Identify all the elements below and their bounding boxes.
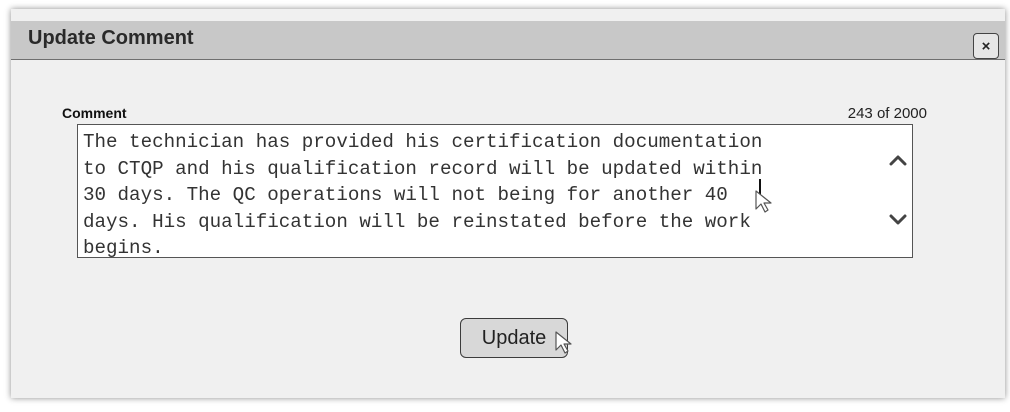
comment-line: days. His qualification will be reinstat… xyxy=(83,210,751,233)
character-counter: 243 of 2000 xyxy=(847,105,927,122)
chevron-down-icon xyxy=(889,214,907,225)
textarea-scrollbar[interactable] xyxy=(884,125,912,257)
update-button[interactable]: Update xyxy=(460,318,568,358)
comment-line: to CTQP and his qualification record wil… xyxy=(83,157,763,180)
comment-label: Comment xyxy=(62,105,127,121)
close-icon: × xyxy=(981,37,991,55)
mouse-pointer-icon xyxy=(555,331,572,354)
mouse-pointer-icon xyxy=(755,190,772,213)
dialog-titlebar: Update Comment × xyxy=(11,21,1005,60)
comment-textarea[interactable]: The technician has provided his certific… xyxy=(77,124,913,259)
scroll-down-button[interactable] xyxy=(887,209,909,231)
comment-line: begins. xyxy=(83,237,164,259)
chevron-up-icon xyxy=(889,155,907,166)
update-comment-dialog: Update Comment × Comment 243 of 2000 The… xyxy=(11,9,1005,398)
comment-line: The technician has provided his certific… xyxy=(83,131,763,153)
comment-line: 30 days. The QC operations will not bein… xyxy=(83,184,728,206)
scroll-up-button[interactable] xyxy=(887,149,909,171)
close-button[interactable]: × xyxy=(973,33,999,59)
dialog-title: Update Comment xyxy=(28,27,194,49)
